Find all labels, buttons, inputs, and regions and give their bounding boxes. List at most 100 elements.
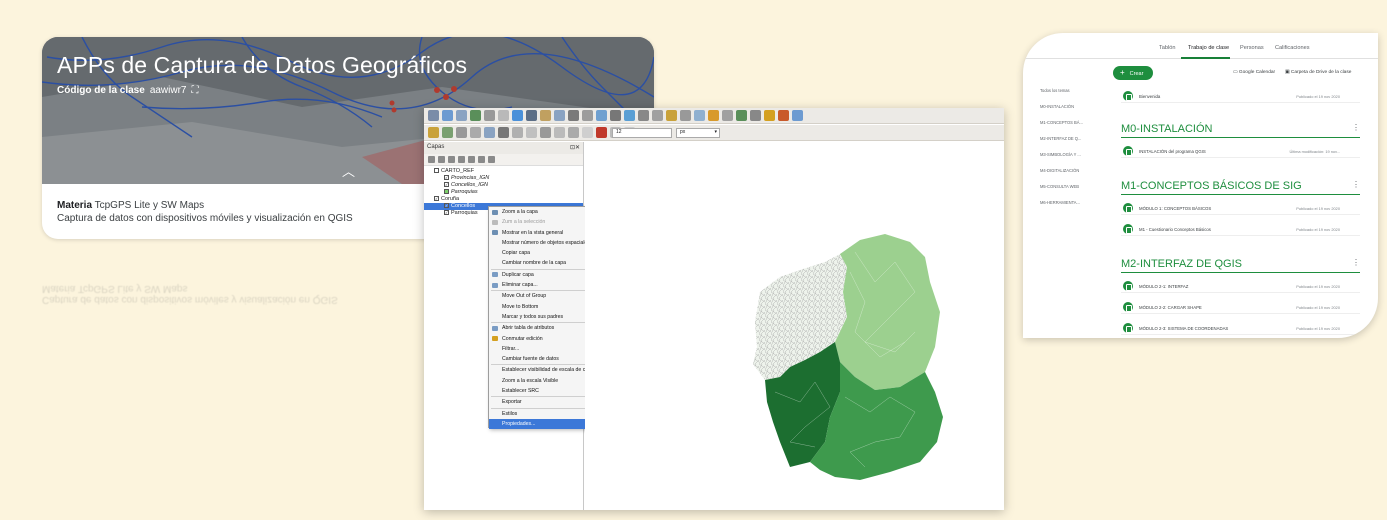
toolbar-tool-icon[interactable] bbox=[484, 110, 495, 121]
toolbar-tool-icon[interactable] bbox=[498, 110, 509, 121]
toolbar-tool-icon[interactable] bbox=[624, 110, 635, 121]
map-canvas[interactable] bbox=[585, 142, 1004, 510]
toolbar-tool-icon[interactable] bbox=[470, 127, 481, 138]
toolbar-tool-icon[interactable] bbox=[610, 110, 621, 121]
classwork-item[interactable]: MÓDULO 2-1: INTERFAZ Publicado el 19 nov … bbox=[1121, 279, 1360, 293]
toolbar-tool-icon[interactable] bbox=[680, 110, 691, 121]
toolbar-tool-icon[interactable] bbox=[750, 110, 761, 121]
fullscreen-icon[interactable]: ⛶ bbox=[192, 85, 199, 96]
toolbar-tool-icon[interactable] bbox=[456, 110, 467, 121]
sidebar-topic-item[interactable]: M6-HERRAMIENTA... bbox=[1040, 200, 1110, 216]
toolbar-tool-icon[interactable] bbox=[554, 127, 565, 138]
collapse-all-icon[interactable] bbox=[478, 156, 485, 163]
qgis-toolbar-top[interactable] bbox=[424, 108, 1004, 124]
toolbar-tool-icon[interactable] bbox=[764, 110, 775, 121]
layer-checkbox[interactable]: ✓ bbox=[444, 182, 449, 188]
sidebar-topic-item[interactable]: M1-CONCEPTOS BÁ... bbox=[1040, 120, 1110, 136]
sidebar-topic-item[interactable]: M5-CONSULTA WEB bbox=[1040, 184, 1110, 200]
toolbar-tool-icon[interactable] bbox=[554, 110, 565, 121]
layer-checkbox[interactable] bbox=[434, 168, 439, 174]
toolbar-tool-icon[interactable] bbox=[428, 127, 439, 138]
layer-item[interactable]: ✓ Concellos_IGN bbox=[424, 182, 583, 189]
open-style-icon[interactable] bbox=[428, 156, 435, 163]
tab-classwork[interactable]: Trabajo de clase bbox=[1188, 45, 1229, 51]
layers-toolbar[interactable] bbox=[424, 154, 583, 166]
layer-checkbox[interactable]: ✓ bbox=[434, 196, 439, 202]
toolbar-tool-icon[interactable] bbox=[778, 110, 789, 121]
manage-visibility-icon[interactable] bbox=[448, 156, 455, 163]
layer-item[interactable]: CARTO_REF bbox=[424, 168, 583, 175]
toolbar-icons-row2[interactable] bbox=[428, 127, 635, 138]
toolbar-tool-icon[interactable] bbox=[722, 110, 733, 121]
add-group-icon[interactable] bbox=[438, 156, 445, 163]
classwork-item[interactable]: MÓDULO 1: CONCEPTOS BÁSICOS Publicado el … bbox=[1121, 201, 1360, 215]
layer-checkbox[interactable]: ✓ bbox=[444, 203, 449, 209]
toolbar-tool-icon[interactable] bbox=[484, 127, 495, 138]
drive-folder-link[interactable]: ▣ Carpeta de Drive de la clase bbox=[1285, 70, 1351, 75]
toolbar-icons-row1[interactable] bbox=[428, 110, 803, 121]
topic-title[interactable]: M2-INTERFAZ DE QGIS bbox=[1121, 255, 1360, 273]
toolbar-tool-icon[interactable] bbox=[596, 110, 607, 121]
unit-select[interactable]: px ▾ bbox=[676, 128, 720, 138]
tab-stream[interactable]: Tablón bbox=[1159, 45, 1175, 51]
layer-item[interactable]: ✓ Coruña bbox=[424, 196, 583, 203]
more-vert-icon[interactable]: ⋮ bbox=[1352, 258, 1360, 267]
more-vert-icon[interactable]: ⋮ bbox=[1352, 180, 1360, 189]
toolbar-tool-icon[interactable] bbox=[736, 110, 747, 121]
toolbar-tool-icon[interactable] bbox=[638, 110, 649, 121]
expand-all-icon[interactable] bbox=[468, 156, 475, 163]
tab-grades[interactable]: Calificaciones bbox=[1275, 45, 1310, 51]
tab-people[interactable]: Personas bbox=[1240, 45, 1264, 51]
scale-input[interactable]: 12 bbox=[612, 128, 672, 138]
toolbar-tool-icon[interactable] bbox=[708, 110, 719, 121]
toolbar-tool-icon[interactable] bbox=[470, 110, 481, 121]
layer-checkbox[interactable]: ✓ bbox=[444, 175, 449, 181]
toolbar-tool-icon[interactable] bbox=[582, 110, 593, 121]
classwork-item[interactable]: M1 - Cuestionario Conceptos Básicos Publi… bbox=[1121, 222, 1360, 236]
google-calendar-link[interactable]: ▭ Google Calendar bbox=[1233, 70, 1275, 75]
toolbar-tool-icon[interactable] bbox=[540, 127, 551, 138]
toolbar-tool-icon[interactable] bbox=[428, 110, 439, 121]
create-button[interactable]: + Crear bbox=[1113, 66, 1153, 80]
filter-icon[interactable] bbox=[458, 156, 465, 163]
classwork-item[interactable]: MÓDULO 2-3: SISTEMA DE COORDENADAS Public… bbox=[1121, 321, 1360, 335]
toolbar-tool-icon[interactable] bbox=[512, 127, 523, 138]
toolbar-tool-icon[interactable] bbox=[456, 127, 467, 138]
classwork-item[interactable]: Bienvenida Publicado el 19 nov 2020 bbox=[1121, 89, 1360, 103]
toolbar-tool-icon[interactable] bbox=[568, 110, 579, 121]
toolbar-tool-icon[interactable] bbox=[442, 127, 453, 138]
toolbar-tool-icon[interactable] bbox=[526, 110, 537, 121]
toolbar-tool-icon[interactable] bbox=[652, 110, 663, 121]
sidebar-topic-item[interactable]: Todos los temas bbox=[1040, 88, 1110, 104]
class-title[interactable]: APPs de Captura de Datos Geográficos bbox=[57, 52, 467, 79]
topic-title[interactable]: M1-CONCEPTOS BÁSICOS DE SIG bbox=[1121, 177, 1360, 195]
toolbar-tool-icon[interactable] bbox=[792, 110, 803, 121]
layer-checkbox[interactable]: ✓ bbox=[444, 210, 449, 216]
toolbar-tool-icon[interactable] bbox=[568, 127, 579, 138]
toolbar-tool-icon[interactable] bbox=[526, 127, 537, 138]
sidebar-topic-item[interactable]: M2-INTERFAZ DE Q... bbox=[1040, 136, 1110, 152]
panel-close-icon[interactable]: ⊡✕ bbox=[570, 144, 580, 152]
sidebar-topic-item[interactable]: M4-DIGITALIZACIÓN bbox=[1040, 168, 1110, 184]
classwork-item[interactable]: MÓDULO 2-2: CARGAR SHAPE Publicado el 19 … bbox=[1121, 300, 1360, 314]
chevron-up-icon[interactable]: ︿ bbox=[342, 161, 355, 180]
sidebar-topic-item[interactable]: M3-SIMBOLOGÍA Y ... bbox=[1040, 152, 1110, 168]
layer-checkbox[interactable] bbox=[444, 189, 449, 195]
remove-layer-icon[interactable] bbox=[488, 156, 495, 163]
layer-label: Concellos bbox=[451, 203, 476, 209]
toolbar-tool-icon[interactable] bbox=[666, 110, 677, 121]
toolbar-tool-icon[interactable] bbox=[512, 110, 523, 121]
layer-item[interactable]: ✓ Provincias_IGN bbox=[424, 175, 583, 182]
toolbar-tool-icon[interactable] bbox=[442, 110, 453, 121]
sidebar-topic-item[interactable]: M0-INSTALACIÓN bbox=[1040, 104, 1110, 120]
toolbar-tool-icon[interactable] bbox=[540, 110, 551, 121]
qgis-toolbar-bottom[interactable]: 12 px ▾ bbox=[424, 125, 1004, 141]
more-vert-icon[interactable]: ⋮ bbox=[1352, 123, 1360, 132]
layer-item[interactable]: Parroquias bbox=[424, 189, 583, 196]
toolbar-tool-icon[interactable] bbox=[582, 127, 593, 138]
toolbar-tool-icon[interactable] bbox=[498, 127, 509, 138]
toolbar-tool-icon[interactable] bbox=[596, 127, 607, 138]
classwork-item[interactable]: INSTALACIÓN del programa QGIS Última modi… bbox=[1121, 144, 1360, 158]
topic-title[interactable]: M0-INSTALACIÓN bbox=[1121, 120, 1360, 138]
toolbar-tool-icon[interactable] bbox=[694, 110, 705, 121]
